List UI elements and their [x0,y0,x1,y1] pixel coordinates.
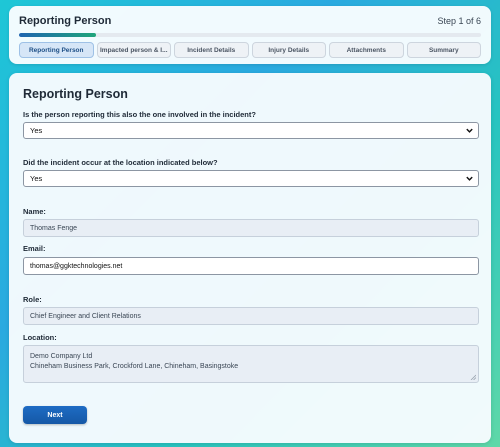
role-label: Role: [23,295,42,304]
tab-impacted-person[interactable]: Impacted person & I... [96,42,171,58]
q2-select[interactable]: Yes [23,170,479,187]
progress-bar [19,33,481,37]
email-value: thomas@ggktechnologies.net [30,263,123,270]
tab-reporting-person[interactable]: Reporting Person [19,42,94,58]
step-indicator: Step 1 of 6 [437,16,481,26]
header-title: Reporting Person [19,15,112,27]
email-label: Email: [23,244,46,253]
q2-selected-value: Yes [30,174,43,183]
q2-label: Did the incident occur at the location i… [23,158,218,167]
name-field: Thomas Fenge [23,219,479,237]
tab-label: Attachments [346,46,386,54]
section-title: Reporting Person [23,87,128,101]
location-label: Location: [23,333,57,342]
q1-label: Is the person reporting this also the on… [23,110,256,119]
tab-attachments[interactable]: Attachments [329,42,404,58]
q1-select[interactable]: Yes [23,122,479,139]
tab-label: Summary [428,46,459,54]
chevron-down-icon [466,128,473,133]
q1-selected-value: Yes [30,126,43,135]
location-line-2: Chineham Business Park, Crockford Lane, … [30,363,239,370]
resize-handle-icon[interactable] [470,374,476,380]
wizard-header: Reporting Person Step 1 of 6 Reporting P… [9,6,491,64]
tab-injury-details[interactable]: Injury Details [251,42,326,58]
tab-label: Reporting Person [28,46,84,54]
location-line-1: Demo Company Ltd [30,353,93,360]
progress-fill [19,33,96,37]
name-label: Name: [23,207,46,216]
step-tabs: Reporting Person Impacted person & I... … [19,42,481,58]
tab-label: Incident Details [187,46,236,54]
tab-label: Impacted person & I... [99,46,168,54]
form-card: Reporting Person Is the person reporting… [9,73,491,443]
tab-summary[interactable]: Summary [406,42,481,58]
role-value: Chief Engineer and Client Relations [30,313,141,320]
name-value: Thomas Fenge [30,225,78,232]
role-field: Chief Engineer and Client Relations [23,307,479,325]
chevron-down-icon [466,176,473,181]
tab-incident-details[interactable]: Incident Details [174,42,249,58]
email-input[interactable]: thomas@ggktechnologies.net [23,257,479,275]
location-textarea[interactable]: Demo Company Ltd Chineham Business Park,… [23,345,479,383]
tab-label: Injury Details [268,46,310,54]
next-button[interactable]: Next [23,406,87,424]
